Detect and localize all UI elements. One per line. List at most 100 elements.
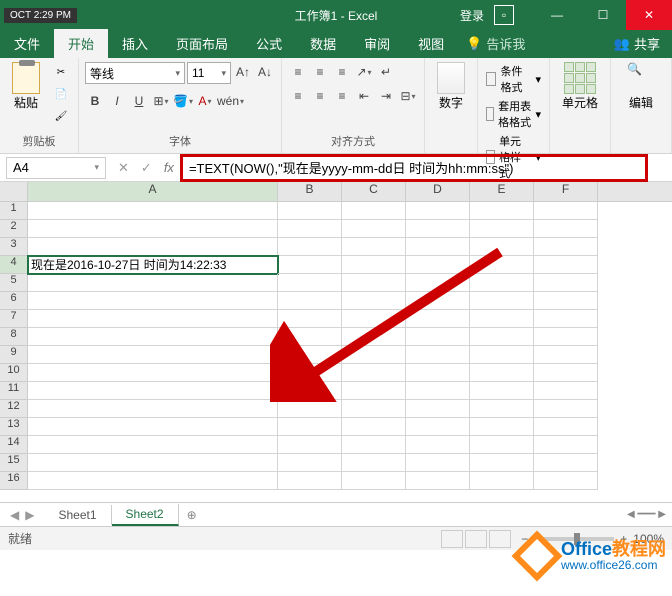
page-layout-view-button[interactable] — [465, 530, 487, 548]
name-box[interactable]: A4▾ — [6, 157, 106, 179]
cell[interactable] — [278, 292, 342, 310]
cell[interactable] — [342, 436, 406, 454]
cell[interactable] — [28, 274, 278, 292]
cell[interactable] — [342, 364, 406, 382]
login-link[interactable]: 登录 — [460, 7, 484, 24]
col-header-F[interactable]: F — [534, 182, 598, 201]
cell[interactable] — [28, 364, 278, 382]
fx-icon[interactable]: fx — [164, 160, 174, 175]
sheet-nav-next[interactable]: ▶ — [25, 508, 34, 522]
row-header-6[interactable]: 6 — [0, 292, 28, 310]
increase-font-button[interactable]: A↑ — [233, 62, 253, 82]
ribbon-display-icon[interactable]: ▫ — [494, 5, 514, 25]
font-color-button[interactable]: A — [195, 91, 215, 111]
cell[interactable] — [278, 202, 342, 220]
cell[interactable] — [342, 220, 406, 238]
tab-formulas[interactable]: 公式 — [242, 29, 296, 58]
cell[interactable] — [470, 238, 534, 256]
cell[interactable] — [342, 472, 406, 490]
increase-indent-button[interactable]: ⇥ — [376, 86, 396, 106]
row-header-12[interactable]: 12 — [0, 400, 28, 418]
cell[interactable] — [470, 436, 534, 454]
cell[interactable] — [28, 220, 278, 238]
cell[interactable] — [534, 454, 598, 472]
page-break-view-button[interactable] — [489, 530, 511, 548]
minimize-button[interactable]: — — [534, 0, 580, 30]
sheet-tab-1[interactable]: Sheet1 — [44, 505, 111, 525]
maximize-button[interactable]: ☐ — [580, 0, 626, 30]
cell[interactable] — [342, 418, 406, 436]
align-right-button[interactable]: ≡ — [332, 86, 352, 106]
formula-bar[interactable]: =TEXT(NOW(),"现在是yyyy-mm-dd日 时间为hh:mm:ss"… — [189, 158, 513, 177]
row-header-11[interactable]: 11 — [0, 382, 28, 400]
cell[interactable] — [534, 256, 598, 274]
cell[interactable] — [342, 202, 406, 220]
cell[interactable] — [406, 436, 470, 454]
font-name-combo[interactable]: 等线▾ — [85, 62, 185, 84]
cell[interactable] — [534, 292, 598, 310]
cell[interactable] — [342, 256, 406, 274]
wrap-text-button[interactable]: ↵ — [376, 62, 396, 82]
cell[interactable] — [278, 400, 342, 418]
cell[interactable] — [28, 328, 278, 346]
row-header-5[interactable]: 5 — [0, 274, 28, 292]
cell[interactable] — [534, 238, 598, 256]
cell[interactable] — [278, 256, 342, 274]
underline-button[interactable]: U — [129, 91, 149, 111]
row-header-9[interactable]: 9 — [0, 346, 28, 364]
cell[interactable] — [470, 202, 534, 220]
cell[interactable] — [406, 328, 470, 346]
cell[interactable] — [534, 202, 598, 220]
tab-file[interactable]: 文件 — [0, 29, 54, 58]
cell[interactable] — [534, 310, 598, 328]
normal-view-button[interactable] — [441, 530, 463, 548]
cell[interactable] — [28, 310, 278, 328]
tab-review[interactable]: 审阅 — [350, 29, 404, 58]
row-header-14[interactable]: 14 — [0, 436, 28, 454]
row-header-16[interactable]: 16 — [0, 472, 28, 490]
tell-me[interactable]: 💡告诉我 — [458, 29, 533, 58]
cell[interactable] — [342, 292, 406, 310]
decrease-font-button[interactable]: A↓ — [255, 62, 275, 82]
cut-button[interactable]: ✂ — [50, 62, 72, 82]
tab-view[interactable]: 视图 — [404, 29, 458, 58]
cell[interactable] — [28, 238, 278, 256]
cell[interactable] — [406, 418, 470, 436]
cell[interactable] — [470, 472, 534, 490]
editing-button[interactable]: 🔍 编辑 — [617, 62, 665, 149]
col-header-A[interactable]: A — [28, 182, 278, 201]
number-format-button[interactable]: 数字 — [431, 62, 471, 149]
cell[interactable] — [534, 346, 598, 364]
cell[interactable] — [406, 256, 470, 274]
format-painter-button[interactable]: 🖌 — [50, 106, 72, 126]
new-sheet-button[interactable]: ⊕ — [179, 508, 205, 522]
cell[interactable] — [470, 274, 534, 292]
cancel-formula-button[interactable]: ✕ — [118, 160, 129, 176]
cell[interactable] — [470, 256, 534, 274]
cell[interactable] — [534, 220, 598, 238]
cell[interactable] — [28, 472, 278, 490]
cell[interactable] — [534, 472, 598, 490]
share-button[interactable]: 👥共享 — [602, 29, 672, 58]
cell[interactable] — [278, 274, 342, 292]
row-header-7[interactable]: 7 — [0, 310, 28, 328]
cell[interactable] — [278, 382, 342, 400]
decrease-indent-button[interactable]: ⇤ — [354, 86, 374, 106]
tab-home[interactable]: 开始 — [54, 29, 108, 58]
cell[interactable] — [406, 310, 470, 328]
format-as-table-button[interactable]: 套用表格格式 ▾ — [484, 97, 543, 131]
cell[interactable] — [28, 454, 278, 472]
col-header-B[interactable]: B — [278, 182, 342, 201]
bold-button[interactable]: B — [85, 91, 105, 111]
row-header-13[interactable]: 13 — [0, 418, 28, 436]
cell[interactable] — [278, 454, 342, 472]
cell[interactable] — [406, 238, 470, 256]
cell[interactable] — [406, 346, 470, 364]
fill-color-button[interactable]: 🪣 — [173, 91, 193, 111]
cell[interactable] — [278, 472, 342, 490]
cell[interactable] — [278, 436, 342, 454]
cell[interactable] — [534, 364, 598, 382]
align-center-button[interactable]: ≡ — [310, 86, 330, 106]
cell[interactable] — [342, 454, 406, 472]
cell[interactable] — [28, 346, 278, 364]
